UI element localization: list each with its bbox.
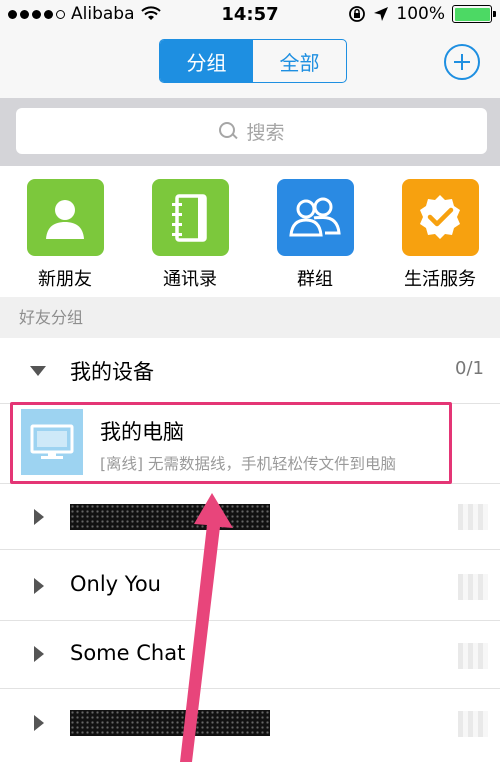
- group-name: Only You: [70, 572, 161, 596]
- rotation-lock-icon: [349, 6, 366, 22]
- device-name: 我的电脑: [100, 420, 184, 444]
- redacted-group-name: [70, 710, 270, 736]
- status-right: 100%: [348, 4, 496, 24]
- group-redacted-2[interactable]: [0, 689, 500, 762]
- battery-percent: 100%: [396, 4, 445, 24]
- add-button[interactable]: [444, 44, 480, 80]
- new-friends-label: 新朋友: [38, 269, 92, 290]
- groups-item[interactable]: 群组: [260, 179, 370, 291]
- search-area: 搜索: [0, 98, 500, 166]
- expand-arrow-right-icon: [34, 509, 44, 525]
- device-description: [离线] 无需数据线，手机轻松传文件到电脑: [100, 455, 397, 473]
- quick-functions: 新朋友 通讯录 群组 生活服务: [0, 166, 500, 296]
- blurred-count: [458, 574, 488, 600]
- group-icon: [276, 179, 354, 256]
- battery-icon: [452, 5, 496, 23]
- group-redacted-1[interactable]: [0, 484, 500, 550]
- expand-arrow-right-icon: [34, 646, 44, 662]
- nav-bar: 分组 全部: [0, 30, 500, 98]
- group-name: 我的设备: [70, 360, 154, 384]
- tab-groups[interactable]: 分组: [160, 40, 253, 82]
- redacted-group-name: [70, 504, 270, 530]
- group-name: Some Chat: [70, 641, 186, 665]
- person-icon: [26, 179, 104, 256]
- expand-arrow-right-icon: [34, 715, 44, 731]
- monitor-icon: [21, 409, 83, 475]
- expand-arrow-right-icon: [34, 578, 44, 594]
- contacts-label: 通讯录: [163, 269, 217, 290]
- status-bar: Alibaba 14:57 100%: [0, 0, 500, 30]
- search-input[interactable]: 搜索: [16, 108, 487, 154]
- location-icon: [374, 7, 389, 21]
- address-book-icon: [151, 179, 229, 256]
- groups-label: 群组: [297, 269, 333, 290]
- life-services-item[interactable]: 生活服务: [385, 179, 495, 291]
- service-badge-icon: [401, 179, 479, 256]
- life-services-label: 生活服务: [404, 269, 476, 290]
- group-count: 0/1: [455, 358, 484, 379]
- segmented-control: 分组 全部: [159, 39, 347, 83]
- blurred-count: [458, 504, 488, 530]
- search-icon: [218, 121, 238, 141]
- section-header: 好友分组: [0, 297, 500, 338]
- blurred-count: [458, 643, 488, 669]
- blurred-count: [458, 711, 488, 737]
- group-only-you[interactable]: Only You: [0, 552, 500, 621]
- contacts-item[interactable]: 通讯录: [135, 179, 245, 291]
- group-some-chat[interactable]: Some Chat: [0, 621, 500, 689]
- new-friends-item[interactable]: 新朋友: [10, 179, 120, 291]
- tab-all[interactable]: 全部: [253, 40, 346, 82]
- device-my-computer[interactable]: 我的电脑 [离线] 无需数据线，手机轻松传文件到电脑: [0, 404, 500, 484]
- expand-arrow-down-icon: [30, 366, 46, 376]
- search-placeholder: 搜索: [246, 121, 285, 144]
- group-my-devices[interactable]: 我的设备 0/1: [0, 338, 500, 404]
